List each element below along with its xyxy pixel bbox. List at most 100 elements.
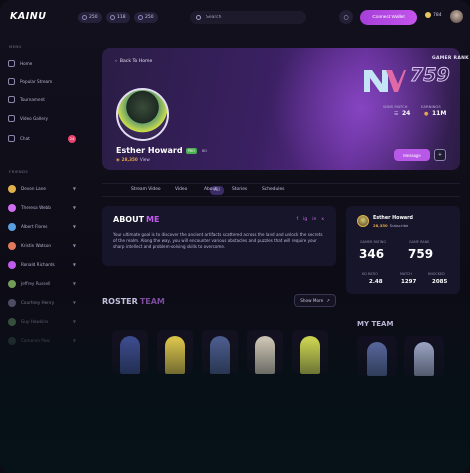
roster-member-card[interactable] xyxy=(292,330,328,374)
linkedin-icon[interactable]: in xyxy=(312,217,316,222)
eye-icon: ◉ xyxy=(116,157,120,162)
facebook-icon[interactable]: f xyxy=(297,217,299,222)
wins-label: WINS MATCH xyxy=(383,104,408,109)
logo[interactable]: KAINU xyxy=(10,11,46,22)
coin-stat[interactable]: 250 xyxy=(78,12,102,23)
notification-button[interactable]: ○ xyxy=(339,10,353,24)
level-badge: PRO xyxy=(185,147,197,154)
subscribers-label: Subscribe xyxy=(389,223,409,228)
message-button[interactable]: Message xyxy=(394,149,430,161)
friend-name: Albert Flores xyxy=(21,224,48,229)
sidebar-item-label: Popular Stream xyxy=(20,79,53,84)
player-image xyxy=(255,336,275,374)
game-rank-value: 759 xyxy=(408,247,434,261)
player-image xyxy=(414,342,434,376)
trophy-stat[interactable]: 250 xyxy=(134,12,158,23)
friend-name: Ronald Richards xyxy=(21,262,55,267)
wins-value: 24 xyxy=(402,110,411,117)
region-badge: BD xyxy=(201,148,207,153)
sidebar: MENU Home Popular Stream Tournament Vide… xyxy=(0,36,88,473)
roster-title-b: TEAM xyxy=(139,297,165,306)
add-friend-button[interactable]: + xyxy=(434,149,446,161)
sidebar-item-label: Video Gallery xyxy=(20,116,48,121)
friend-item[interactable]: Albert Flores ▼ xyxy=(8,220,83,233)
trophy-icon xyxy=(8,96,15,103)
currency-selector[interactable]: 784 xyxy=(425,12,442,18)
search-bar[interactable] xyxy=(190,11,306,24)
friend-item[interactable]: Ronald Richards ▼ xyxy=(8,258,83,271)
roster-member-card[interactable] xyxy=(157,330,193,374)
player-image xyxy=(367,342,387,376)
my-team-member-card[interactable] xyxy=(404,336,444,376)
search-input[interactable] xyxy=(206,15,296,20)
chevron-down-icon: ▼ xyxy=(72,224,76,229)
game-rank-label: GAME RANK xyxy=(409,240,430,244)
friend-item[interactable]: Courtney Henry ▼ xyxy=(8,296,83,309)
back-to-home-link[interactable]: ‹ Back To Home xyxy=(115,59,152,64)
stats-name: Esther Howard xyxy=(373,216,413,221)
app-frame: KAINU 250 118 250 ○ Connect Wallet 784 M… xyxy=(0,0,470,473)
friend-item[interactable]: Theresa Webb ▼ xyxy=(8,201,83,214)
profile-avatar xyxy=(116,88,169,141)
friend-item[interactable]: Cameron Paw ▼ xyxy=(8,334,83,347)
views-value: 28,350 xyxy=(121,157,138,162)
friends-heading: FRIENDS xyxy=(9,170,29,174)
social-links: f ig in x xyxy=(297,217,324,222)
tab-about[interactable]: About xyxy=(204,187,217,192)
show-more-button[interactable]: Show More ↗ xyxy=(294,294,336,307)
arrow-left-icon: ‹ xyxy=(115,59,117,64)
profile-name: Esther Howard xyxy=(116,146,183,155)
sidebar-item-chat[interactable]: Chat 24 xyxy=(8,132,83,145)
tab-video[interactable]: Video xyxy=(175,187,187,192)
tab-stories[interactable]: Stories xyxy=(232,187,247,192)
wins-icon: ☰ xyxy=(394,111,399,117)
sidebar-item-home[interactable]: Home xyxy=(8,57,83,70)
menu-heading: MENU xyxy=(9,45,22,49)
instagram-icon[interactable]: ig xyxy=(303,217,307,222)
gem-value: 118 xyxy=(117,15,126,20)
player-image xyxy=(120,336,140,374)
sidebar-item-video-gallery[interactable]: Video Gallery xyxy=(8,112,83,125)
friend-item[interactable]: Guy Hawkins ▼ xyxy=(8,315,83,328)
friend-item[interactable]: Devon Lane ▼ xyxy=(8,182,83,195)
roster-member-card[interactable] xyxy=(112,330,148,374)
friend-name: Courtney Henry xyxy=(21,300,55,305)
sidebar-item-tournament[interactable]: Tournament xyxy=(8,93,83,106)
arrow-up-right-icon: ↗ xyxy=(326,298,330,303)
sidebar-item-label: Tournament xyxy=(20,97,45,102)
twitter-icon[interactable]: x xyxy=(321,217,324,222)
team-logo xyxy=(364,70,406,92)
chevron-down-icon: ▼ xyxy=(72,243,76,248)
chevron-down-icon: ▼ xyxy=(72,300,76,305)
friend-name: Kristin Watson xyxy=(21,243,52,248)
currency-icon xyxy=(425,12,431,18)
friend-item[interactable]: Kristin Watson ▼ xyxy=(8,239,83,252)
tab-stream-video[interactable]: Stream Video xyxy=(131,187,161,192)
sidebar-item-popular-stream[interactable]: Popular Stream xyxy=(8,75,83,88)
top-bar: KAINU 250 118 250 ○ Connect Wallet 784 xyxy=(0,0,470,36)
chevron-down-icon: ▼ xyxy=(72,186,76,191)
gamer-rating-label: GAMER RATING xyxy=(360,240,386,244)
show-more-label: Show More xyxy=(300,298,324,303)
friend-name: Guy Hawkins xyxy=(21,319,49,324)
about-text: Your ultimate goal is to discover the an… xyxy=(113,232,323,249)
friend-avatar xyxy=(8,241,16,250)
gem-stat[interactable]: 118 xyxy=(106,12,130,23)
stats-subscribers: 28,350 Subscribe xyxy=(373,223,408,228)
friend-name: Devon Lane xyxy=(21,186,46,191)
friend-item[interactable]: Jeffrey Russell ▼ xyxy=(8,277,83,290)
knocked-label: KNOCKED xyxy=(428,272,445,276)
friend-avatar xyxy=(8,260,16,269)
my-team-member-card[interactable] xyxy=(357,336,397,376)
home-icon xyxy=(8,60,15,67)
roster-member-card[interactable] xyxy=(247,330,283,374)
friend-name: Theresa Webb xyxy=(21,205,51,210)
gem-icon xyxy=(110,15,115,20)
roster-member-card[interactable] xyxy=(202,330,238,374)
connect-wallet-button[interactable]: Connect Wallet xyxy=(360,10,417,25)
tab-schedules[interactable]: Schedules xyxy=(262,187,284,192)
friend-avatar xyxy=(8,184,16,193)
user-avatar[interactable] xyxy=(450,10,463,23)
friend-avatar xyxy=(8,336,16,345)
kd-ratio-value: 2.48 xyxy=(369,279,383,285)
